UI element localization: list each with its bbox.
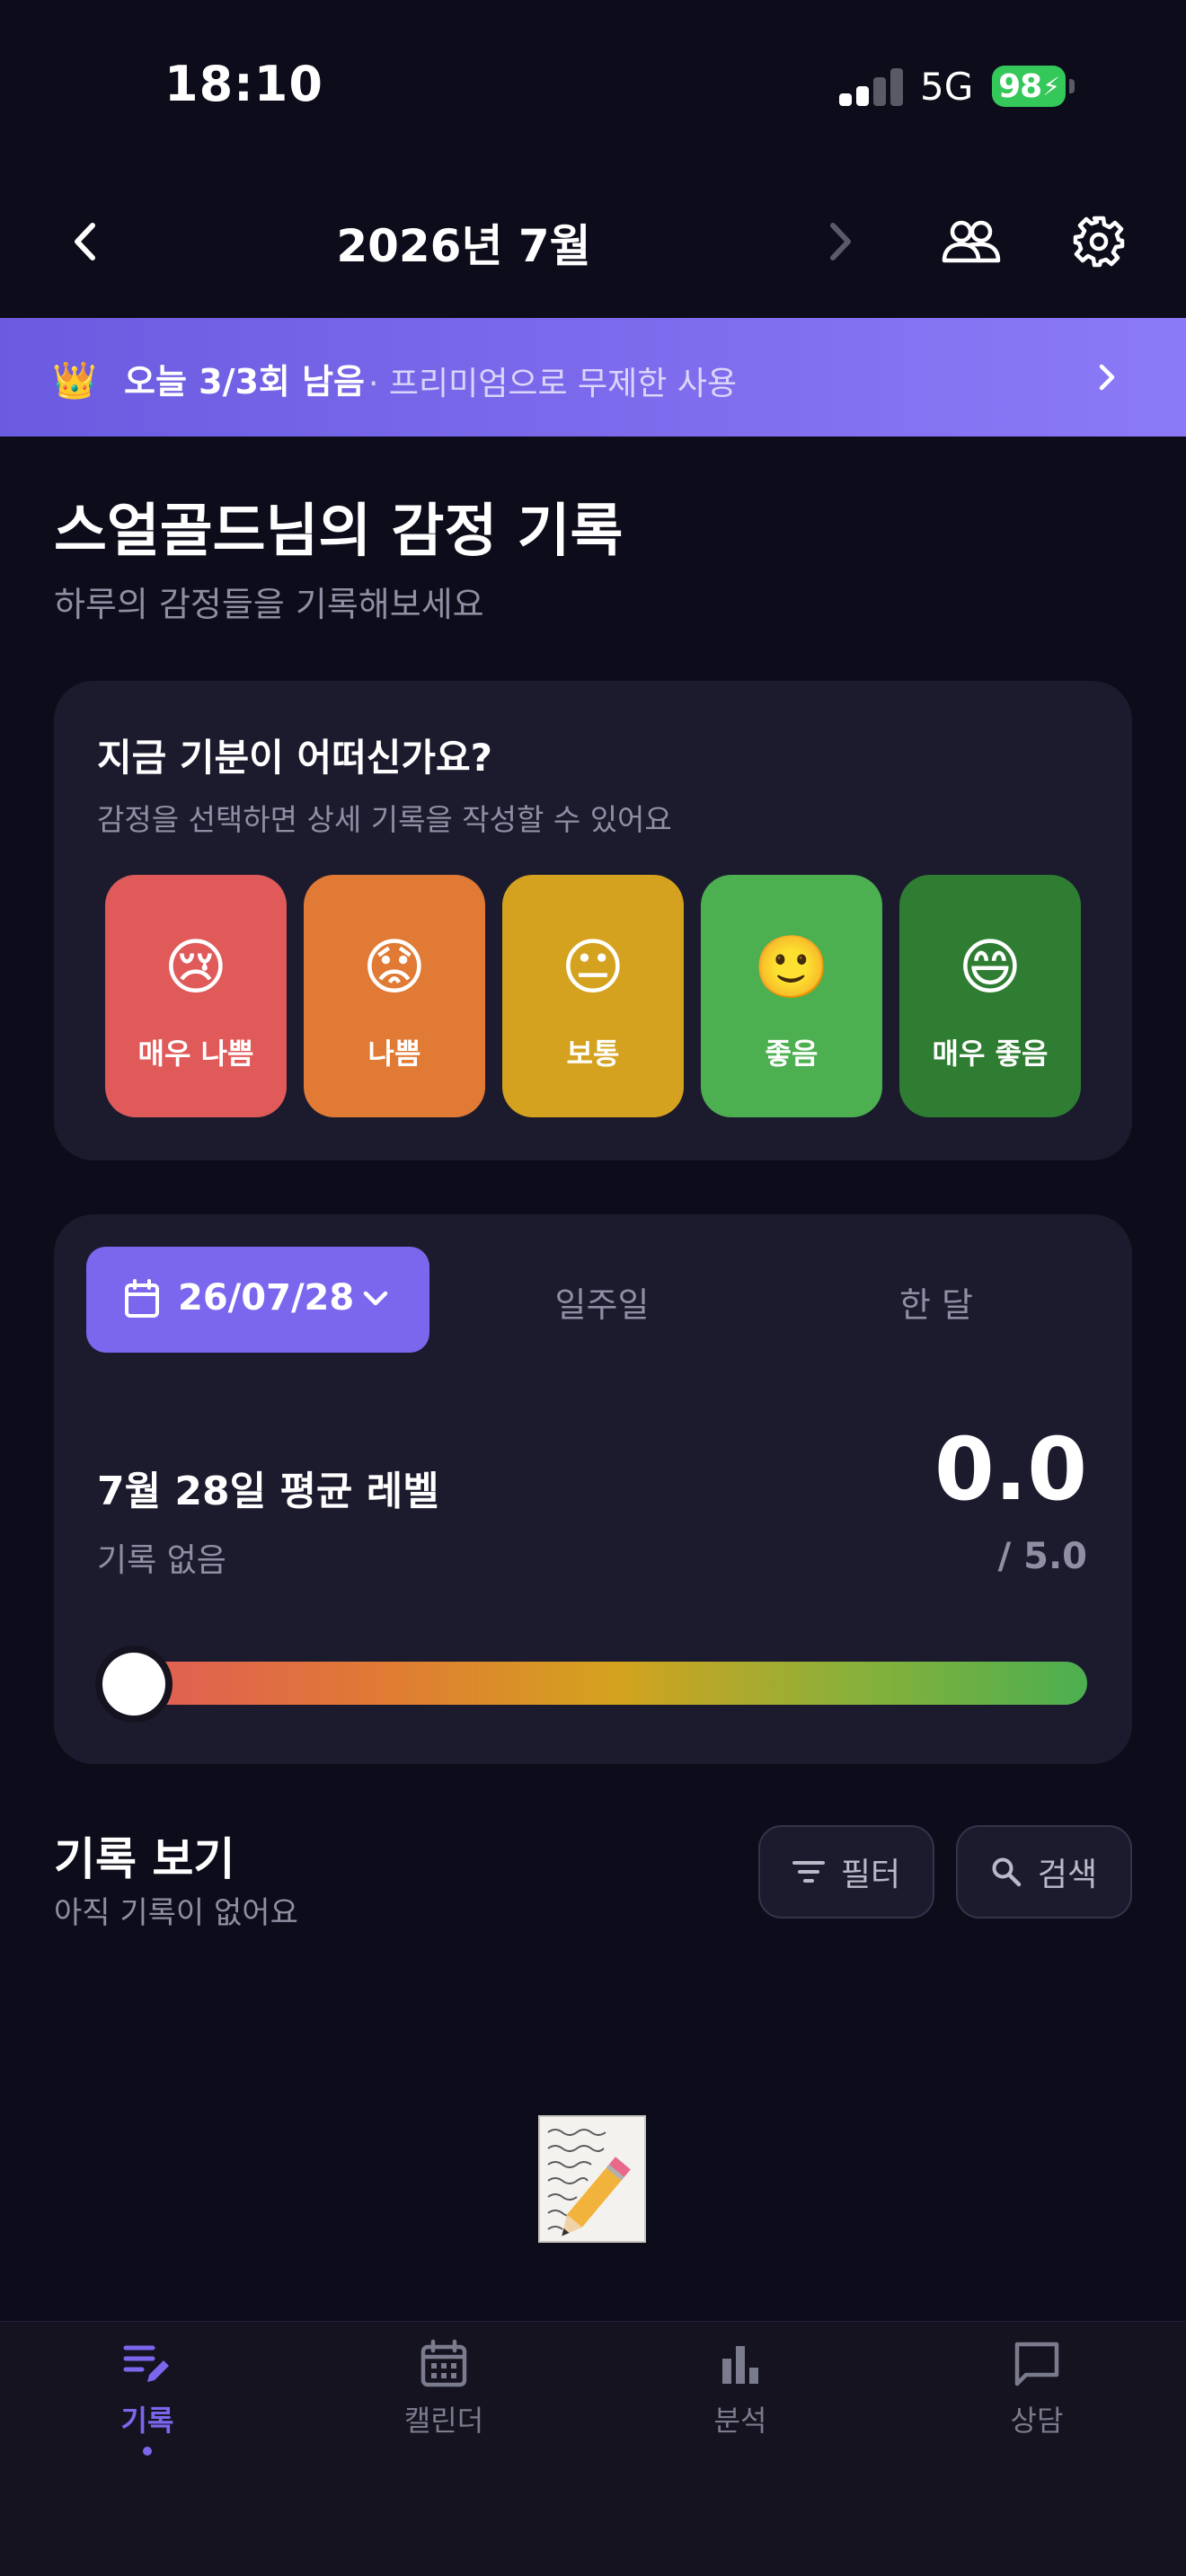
- average-level-max: / 5.0: [997, 1536, 1087, 1577]
- search-label: 검색: [1037, 1857, 1098, 1893]
- search-icon: [992, 1857, 1022, 1887]
- mood-label: 나쁨: [367, 1037, 421, 1071]
- battery-indicator: 98 ⚡: [992, 66, 1066, 107]
- tab-records[interactable]: 기록: [66, 2339, 228, 2456]
- mood-bad-button[interactable]: 😟 나쁨: [304, 875, 485, 1117]
- banner-upsell-text: · 프리미엄으로 무제한 사용: [368, 366, 738, 402]
- mood-label: 좋음: [765, 1037, 819, 1071]
- mood-neutral-button[interactable]: 😐 보통: [502, 875, 684, 1117]
- mood-very-bad-button[interactable]: 😢 매우 나쁨: [105, 875, 287, 1117]
- battery-level: 98: [998, 67, 1042, 105]
- chevron-right-icon: [1099, 364, 1115, 391]
- smiling-face-icon: 🙂: [753, 932, 830, 1003]
- selected-date: 26/07/28: [178, 1277, 355, 1319]
- network-label: 5G: [920, 65, 974, 109]
- mood-good-button[interactable]: 🙂 좋음: [701, 875, 882, 1117]
- filter-label: 필터: [840, 1857, 901, 1893]
- battery-nub: [1069, 79, 1075, 93]
- page-subtitle: 하루의 감정들을 기록해보세요: [54, 585, 484, 624]
- memo-icon: [535, 2113, 661, 2247]
- neutral-face-icon: 😐: [561, 932, 625, 1003]
- banner-chevron[interactable]: [1089, 359, 1125, 395]
- tab-label: 기록: [120, 2404, 174, 2438]
- month-title: 2026년 7월: [336, 220, 591, 272]
- grinning-face-icon: 😄: [958, 932, 1022, 1003]
- mood-label: 매우 좋음: [932, 1037, 1049, 1071]
- crown-icon: 👑: [52, 360, 97, 401]
- worried-face-icon: 😟: [362, 932, 427, 1003]
- filter-button[interactable]: 필터: [758, 1825, 934, 1919]
- page-title: 스얼골드님의 감정 기록: [54, 498, 624, 565]
- average-level-value: 0.0: [934, 1419, 1087, 1520]
- chevron-down-icon: [361, 1288, 390, 1313]
- gear-icon: [1073, 216, 1125, 268]
- search-button[interactable]: 검색: [956, 1825, 1132, 1919]
- next-month-button[interactable]: [809, 210, 872, 273]
- mood-label: 보통: [566, 1037, 620, 1071]
- people-icon: [942, 220, 1001, 263]
- settings-button[interactable]: [1064, 207, 1134, 277]
- tab-counsel[interactable]: 상담: [956, 2339, 1118, 2439]
- records-title: 기록 보기: [54, 1833, 235, 1885]
- status-time: 18:10: [164, 56, 323, 112]
- calendar-icon: [420, 2339, 467, 2387]
- tab-analysis[interactable]: 분석: [659, 2339, 821, 2439]
- mood-question: 지금 기분이 어떠신가요?: [97, 736, 493, 780]
- edit-list-icon: [123, 2345, 169, 2382]
- mood-label: 매우 나쁨: [137, 1037, 254, 1071]
- chevron-right-icon: [830, 223, 851, 260]
- records-empty-text: 아직 기록이 없어요: [54, 1895, 298, 1931]
- mood-very-good-button[interactable]: 😄 매우 좋음: [899, 875, 1081, 1117]
- tab-week[interactable]: 일주일: [503, 1277, 701, 1327]
- tab-month[interactable]: 한 달: [837, 1277, 1035, 1327]
- charging-icon: ⚡: [1042, 71, 1060, 101]
- friends-button[interactable]: [934, 207, 1008, 277]
- signal-icon: [839, 66, 904, 106]
- filter-icon: [792, 1861, 825, 1883]
- crying-face-icon: 😢: [164, 932, 228, 1003]
- banner-remaining-text: 오늘 3/3회 남음: [124, 362, 366, 401]
- average-level-status: 기록 없음: [97, 1542, 226, 1579]
- mood-hint: 감정을 선택하면 상세 기록을 작성할 수 있어요: [97, 802, 672, 837]
- tab-label: 캘린더: [403, 2404, 484, 2438]
- tab-label: 분석: [713, 2404, 767, 2438]
- active-tab-dot: [143, 2447, 152, 2456]
- level-bar: [106, 1662, 1087, 1705]
- level-knob: [102, 1653, 165, 1716]
- bar-chart-icon: [722, 2346, 758, 2384]
- tab-label: 상담: [1010, 2404, 1064, 2438]
- calendar-icon: [124, 1279, 160, 1322]
- tab-calendar[interactable]: 캘린더: [363, 2339, 525, 2439]
- chat-bubble-icon: [1014, 2342, 1059, 2386]
- average-level-title: 7월 28일 평균 레벨: [97, 1469, 439, 1514]
